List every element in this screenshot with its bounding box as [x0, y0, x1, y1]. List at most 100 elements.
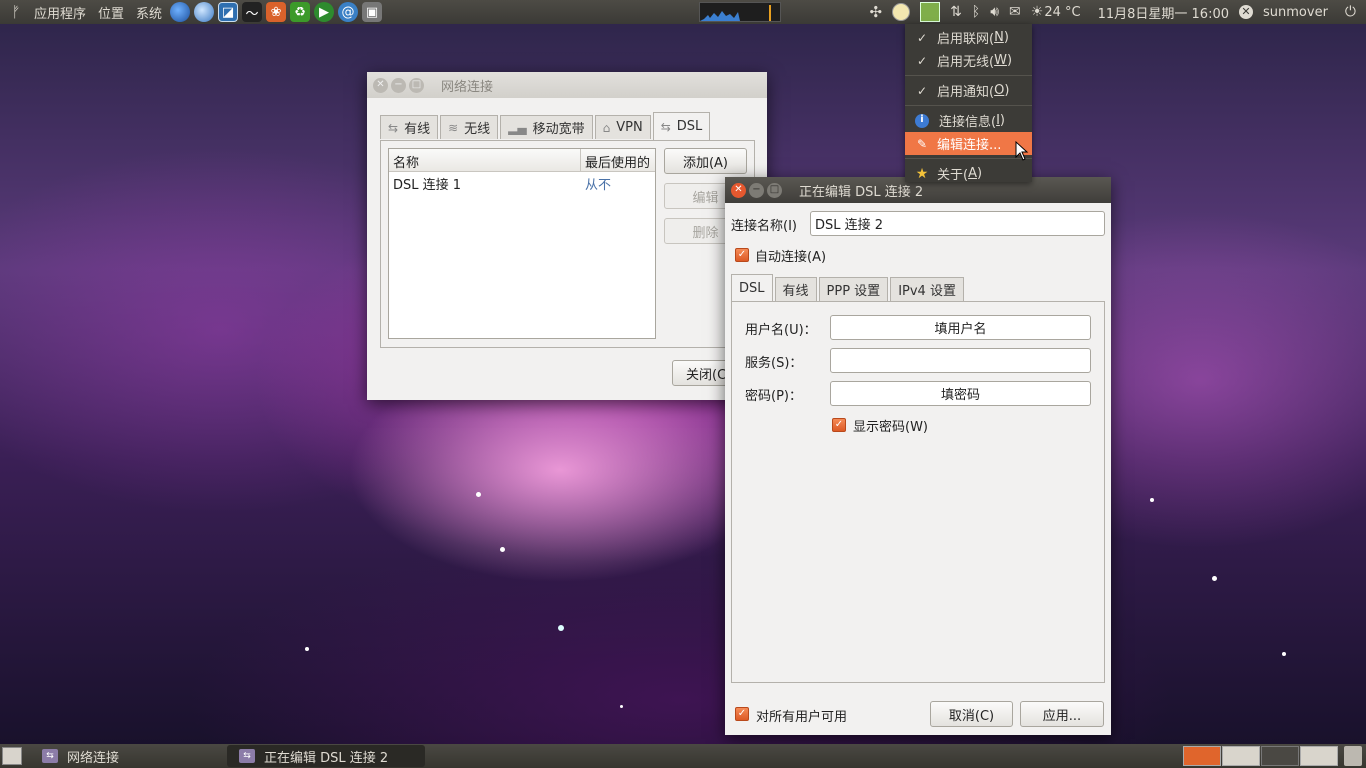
- show-password-label[interactable]: 显示密码(W): [853, 416, 928, 435]
- taskbar-item-edit-dsl[interactable]: ⇆ 正在编辑 DSL 连接 2: [227, 745, 425, 767]
- all-users-label[interactable]: 对所有用户可用: [756, 706, 847, 725]
- menu-item-suffix: ): [1003, 30, 1009, 45]
- clock-app-icon[interactable]: [892, 3, 911, 21]
- table-row[interactable]: DSL 连接 1 从不: [389, 172, 655, 194]
- check-icon: ✓: [916, 53, 928, 68]
- bluetooth-icon[interactable]: ᛒ: [972, 4, 980, 20]
- indicator-area: ✣ ⇅ ᛒ 🔊︎ ✉ ☀ 24 °C 11月8日星期一 16:00 ✕ sunm…: [864, 0, 1366, 24]
- menu-item-mnemonic: W: [994, 53, 1007, 68]
- wave-icon[interactable]: 〜: [242, 2, 263, 22]
- top-panel: ᚠ 应用程序 位置 系统 ◪ 〜 ❀ ♻ ▶ @ ▣ ✣ ⇅ ᛒ 🔊︎ ✉ ☀ …: [0, 0, 1366, 24]
- network-window-title: 网络连接: [441, 79, 494, 95]
- column-header-last-used[interactable]: 最后使用的: [581, 149, 654, 171]
- system-monitor-graph[interactable]: [699, 2, 781, 22]
- ubuntu-foot-icon[interactable]: ᚠ: [6, 2, 26, 22]
- user-status-icon[interactable]: ✕: [1239, 5, 1254, 19]
- tab-vpn-label: VPN: [616, 120, 643, 135]
- menu-places[interactable]: 位置: [92, 3, 130, 22]
- earth-icon[interactable]: [170, 2, 191, 22]
- workspace-switcher-2[interactable]: [1222, 746, 1260, 766]
- auto-connect-label[interactable]: 自动连接(A): [755, 246, 826, 265]
- apply-button[interactable]: 应用...: [1020, 701, 1104, 727]
- close-icon[interactable]: ✕: [731, 182, 746, 198]
- network-app-icon: ⇆: [239, 749, 255, 763]
- check-icon: ✓: [916, 30, 928, 45]
- user-name[interactable]: sunmover: [1263, 5, 1328, 20]
- maximize-icon[interactable]: □: [767, 182, 782, 198]
- tab-ipv4-settings[interactable]: IPv4 设置: [890, 277, 964, 301]
- network-window-titlebar[interactable]: ✕ − □ 网络连接: [367, 72, 767, 98]
- workspace-switcher-1[interactable]: [1183, 746, 1221, 766]
- info-icon: i: [915, 113, 929, 128]
- taskbar-item-network-connections[interactable]: ⇆ 网络连接: [30, 745, 228, 767]
- tab-dsl-settings[interactable]: DSL: [731, 274, 773, 302]
- connection-list[interactable]: 名称 最后使用的 DSL 连接 1 从不: [388, 148, 656, 339]
- menu-system[interactable]: 系统: [130, 3, 168, 22]
- weather-sun-icon[interactable]: ☀: [1031, 4, 1044, 20]
- play-icon[interactable]: ▶: [314, 2, 335, 22]
- pinwheel-icon[interactable]: ✣: [869, 3, 882, 21]
- tab-wired-settings[interactable]: 有线: [774, 277, 817, 301]
- close-icon[interactable]: ✕: [373, 77, 388, 93]
- menu-item-enable-wireless[interactable]: ✓ 启用无线(W): [905, 49, 1032, 72]
- tab-ppp-settings[interactable]: PPP 设置: [818, 277, 889, 301]
- network-tabs: ⇆ 有线 ≋ 无线 ▂▄ 移动宽带 ⌂ VPN ⇆ DSL: [380, 112, 712, 140]
- add-button[interactable]: 添加(A): [664, 148, 747, 174]
- menu-item-label: 连接信息(: [939, 115, 997, 130]
- tab-dsl[interactable]: ⇆ DSL: [652, 112, 711, 140]
- network-updown-icon[interactable]: ⇅: [950, 4, 962, 20]
- chart-icon[interactable]: ◪: [218, 2, 239, 22]
- map-app-icon[interactable]: [920, 2, 941, 22]
- password-input[interactable]: 填密码: [830, 381, 1091, 406]
- menu-item-edit-connections[interactable]: ✎ 编辑连接...: [905, 132, 1032, 155]
- menu-item-about[interactable]: ★ 关于(A): [905, 162, 1032, 185]
- tab-wireless[interactable]: ≋ 无线: [440, 115, 499, 139]
- mail-icon[interactable]: ✉: [1009, 4, 1021, 20]
- menu-item-enable-notifications[interactable]: ✓ 启用通知(O): [905, 79, 1032, 102]
- workspace-switcher-4[interactable]: [1300, 746, 1338, 766]
- show-desktop-icon[interactable]: [2, 747, 22, 765]
- show-password-checkbox[interactable]: ✓: [832, 418, 846, 432]
- globe-icon[interactable]: [194, 2, 215, 22]
- recycle-icon[interactable]: ♻: [290, 2, 311, 22]
- minimize-icon[interactable]: −: [391, 77, 406, 93]
- network-app-icon: ⇆: [42, 749, 58, 763]
- service-input[interactable]: [830, 348, 1091, 373]
- menu-separator: [905, 158, 1032, 159]
- username-input[interactable]: 填用户名: [830, 315, 1091, 340]
- weather-temperature[interactable]: 24 °C: [1044, 5, 1080, 20]
- menu-separator: [905, 105, 1032, 106]
- menu-applications[interactable]: 应用程序: [28, 3, 92, 22]
- menu-item-connection-info[interactable]: i 连接信息(I): [905, 109, 1032, 132]
- panda-icon[interactable]: ❀: [266, 2, 287, 22]
- tab-mobile-label: 移动宽带: [532, 122, 585, 137]
- list-header: 名称 最后使用的: [389, 149, 655, 172]
- tab-wired[interactable]: ⇆ 有线: [380, 115, 439, 139]
- all-users-checkbox[interactable]: ✓: [735, 707, 749, 721]
- menu-item-suffix: ): [976, 166, 983, 181]
- volume-icon[interactable]: 🔊︎: [990, 4, 999, 20]
- menu-item-label: 启用通知(: [937, 85, 995, 100]
- menu-item-label: 关于(: [937, 168, 969, 183]
- spiral-icon[interactable]: @: [338, 2, 359, 22]
- power-icon[interactable]: ⏻: [1345, 4, 1356, 20]
- auto-connect-checkbox[interactable]: ✓: [735, 248, 749, 262]
- menu-item-label: 启用无线(: [937, 55, 995, 70]
- tab-vpn[interactable]: ⌂ VPN: [594, 115, 651, 139]
- maximize-icon[interactable]: □: [409, 77, 424, 93]
- trash-icon[interactable]: [1344, 746, 1362, 766]
- clock[interactable]: 11月8日星期一 16:00: [1098, 3, 1229, 22]
- tab-wireless-label: 无线: [464, 122, 491, 137]
- tab-dsl-label: DSL: [676, 119, 703, 134]
- menu-item-enable-networking[interactable]: ✓ 启用联网(N): [905, 26, 1032, 49]
- minimize-icon[interactable]: −: [749, 182, 764, 198]
- wifi-icon: ≋: [448, 120, 459, 135]
- camera-icon[interactable]: ▣: [362, 2, 383, 22]
- tab-mobile-broadband[interactable]: ▂▄ 移动宽带: [500, 115, 593, 139]
- workspace-switcher-3[interactable]: [1261, 746, 1299, 766]
- cancel-button[interactable]: 取消(C): [930, 701, 1013, 727]
- menu-item-suffix: ): [1006, 53, 1013, 68]
- connection-name-input[interactable]: DSL 连接 2: [810, 211, 1105, 236]
- pencil-icon: ✎: [916, 136, 928, 151]
- column-header-name[interactable]: 名称: [389, 149, 581, 171]
